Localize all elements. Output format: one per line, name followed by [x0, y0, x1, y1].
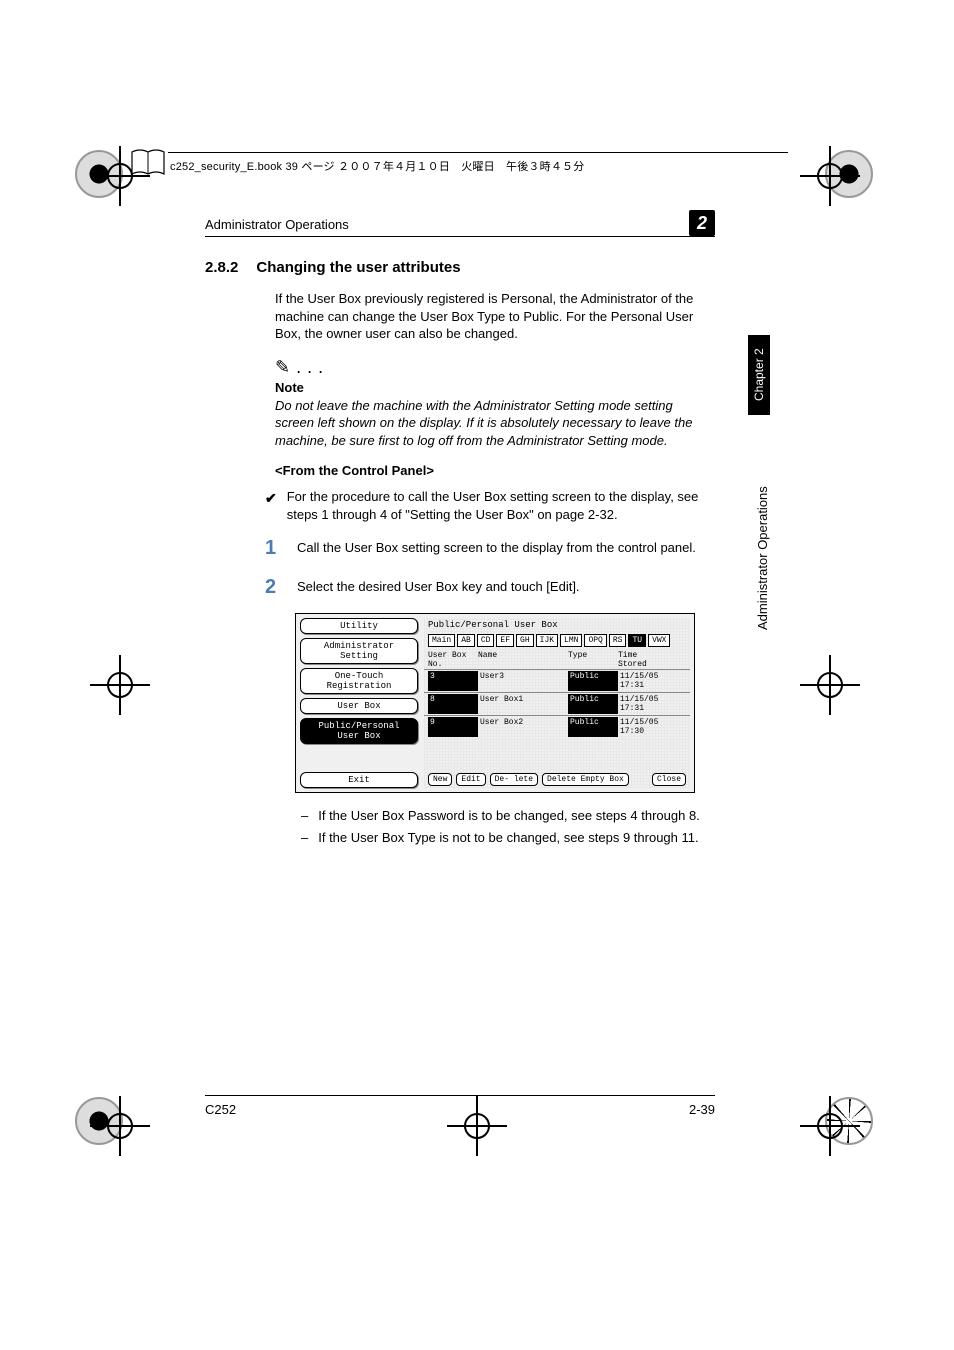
crop-mark-icon	[800, 146, 860, 206]
panel-tab[interactable]: CD	[477, 634, 495, 647]
col-type: Type	[568, 651, 618, 669]
panel-button-one-touch[interactable]: One-Touch Registration	[300, 668, 418, 694]
panel-tab[interactable]: RS	[609, 634, 627, 647]
table-row[interactable]: 8 User Box1 Public 11/15/05 17:31	[424, 692, 690, 715]
cell-type: Public	[568, 717, 618, 737]
panel-tab-main[interactable]: Main	[428, 634, 455, 647]
table-row[interactable]: 3 User3 Public 11/15/05 17:31	[424, 669, 690, 692]
panel-button-new[interactable]: New	[428, 773, 452, 786]
col-time-stored: Time Stored	[618, 651, 668, 669]
table-row[interactable]: 9 User Box2 Public 11/15/05 17:30	[424, 715, 690, 738]
header-title: Administrator Operations	[205, 217, 349, 232]
book-icon	[130, 148, 166, 178]
crop-mark-icon	[90, 1096, 150, 1156]
after-item-text: If the User Box Type is not to be change…	[318, 829, 698, 847]
col-user-box-no: User Box No.	[428, 651, 478, 669]
cell-no: 3	[428, 671, 478, 691]
prerequisite-item: ✔ For the procedure to call the User Box…	[265, 488, 715, 523]
footer-model: C252	[205, 1102, 236, 1117]
note-label: Note	[275, 380, 715, 395]
intro-paragraph: If the User Box previously registered is…	[275, 290, 715, 343]
panel-column-headers: User Box No. Name Type Time Stored	[424, 651, 690, 669]
note-body: Do not leave the machine with the Admini…	[275, 397, 715, 450]
cell-type: Public	[568, 671, 618, 691]
panel-tab[interactable]: OPQ	[584, 634, 606, 647]
after-item-text: If the User Box Password is to be change…	[318, 807, 700, 825]
cell-name: User Box2	[478, 717, 568, 737]
step-text: Select the desired User Box key and touc…	[297, 574, 715, 601]
chapter-number-badge: 2	[689, 210, 715, 236]
check-icon: ✔	[265, 488, 277, 523]
panel-button-delete[interactable]: De- lete	[490, 773, 538, 786]
panel-tab[interactable]: GH	[516, 634, 534, 647]
page-header: Administrator Operations 2	[205, 210, 715, 237]
note-block: ✎... Note Do not leave the machine with …	[275, 357, 715, 450]
step-1: 1 Call the User Box setting screen to th…	[265, 535, 715, 562]
cell-no: 8	[428, 694, 478, 714]
panel-button-delete-empty[interactable]: Delete Empty Box	[542, 773, 629, 786]
panel-tab-row: Main AB CD EF GH IJK LMN OPQ RS TU VWX	[424, 632, 690, 649]
prerequisite-text: For the procedure to call the User Box s…	[287, 488, 715, 523]
cell-name: User3	[478, 671, 568, 691]
crop-mark-icon	[800, 1096, 860, 1156]
dash-icon: –	[301, 807, 308, 825]
step-2: 2 Select the desired User Box key and to…	[265, 574, 715, 601]
panel-tab[interactable]: AB	[457, 634, 475, 647]
panel-button-utility[interactable]: Utility	[300, 618, 418, 634]
after-note-list: –If the User Box Password is to be chang…	[301, 807, 715, 846]
panel-button-exit[interactable]: Exit	[300, 772, 418, 788]
panel-button-edit[interactable]: Edit	[456, 773, 485, 786]
page-meta-text: c252_security_E.book 39 ページ ２００７年４月１０日 火…	[170, 158, 584, 174]
panel-button-user-box[interactable]: User Box	[300, 698, 418, 714]
sub-heading: <From the Control Panel>	[275, 463, 715, 478]
page-footer: C252 2-39	[205, 1095, 715, 1117]
cell-time: 11/15/05 17:31	[618, 694, 668, 714]
device-screenshot: Utility Administrator Setting One-Touch …	[295, 613, 695, 793]
panel-tab[interactable]: VWX	[648, 634, 670, 647]
section-title: Changing the user attributes	[256, 259, 460, 276]
step-text: Call the User Box setting screen to the …	[297, 535, 715, 562]
chapter-side-tab: Chapter 2	[748, 335, 770, 415]
panel-button-public-personal[interactable]: Public/Personal User Box	[300, 718, 418, 744]
panel-title: Public/Personal User Box	[424, 618, 690, 632]
note-icon: ✎...	[275, 357, 329, 378]
cell-no: 9	[428, 717, 478, 737]
panel-tab[interactable]: EF	[496, 634, 514, 647]
step-number: 1	[265, 535, 283, 562]
cell-time: 11/15/05 17:30	[618, 717, 668, 737]
footer-page-number: 2-39	[689, 1102, 715, 1117]
panel-button-close[interactable]: Close	[652, 773, 686, 786]
dash-icon: –	[301, 829, 308, 847]
section-heading: 2.8.2 Changing the user attributes	[205, 259, 715, 276]
section-number: 2.8.2	[205, 259, 238, 276]
cell-name: User Box1	[478, 694, 568, 714]
crop-mark-icon	[90, 655, 150, 715]
crop-mark-icon	[800, 655, 860, 715]
panel-footer: New Edit De- lete Delete Empty Box Close	[428, 773, 686, 786]
cell-time: 11/15/05 17:31	[618, 671, 668, 691]
panel-tab[interactable]: IJK	[536, 634, 558, 647]
step-number: 2	[265, 574, 283, 601]
panel-tab[interactable]: LMN	[560, 634, 582, 647]
panel-tab-selected[interactable]: TU	[628, 634, 646, 647]
side-section-label: Administrator Operations	[755, 430, 770, 630]
panel-button-admin-setting[interactable]: Administrator Setting	[300, 638, 418, 664]
cell-type: Public	[568, 694, 618, 714]
col-name: Name	[478, 651, 568, 669]
